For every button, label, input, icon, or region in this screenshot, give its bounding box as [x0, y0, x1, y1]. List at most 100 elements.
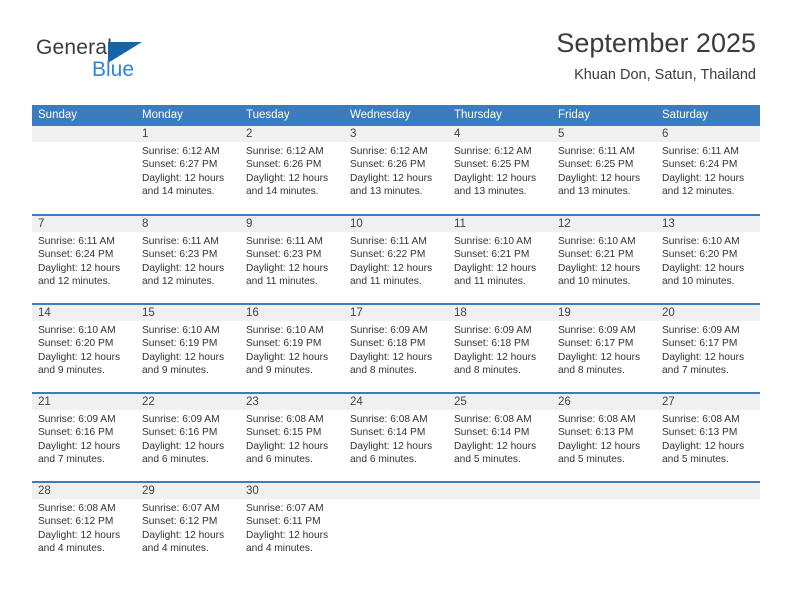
calendar-day-cell[interactable]: 19 Sunrise: 6:09 AM Sunset: 6:17 PM Dayligh… [552, 304, 656, 393]
calendar-page: General Blue September 2025 Khuan Don, S… [0, 0, 792, 612]
daylight-duration-line2: and 4 minutes. [142, 543, 209, 555]
day-number: 23 [240, 394, 344, 410]
day-number: 24 [344, 394, 448, 410]
sunset-time: Sunset: 6:15 PM [246, 427, 322, 439]
sunset-time: Sunset: 6:13 PM [558, 427, 634, 439]
calendar-day-cell[interactable]: 10 Sunrise: 6:11 AM Sunset: 6:22 PM Dayligh… [344, 215, 448, 304]
calendar-day-cell[interactable]: 8 Sunrise: 6:11 AM Sunset: 6:23 PM Daylight… [136, 215, 240, 304]
daylight-duration-line1: Daylight: 12 hours [142, 529, 225, 541]
daylight-duration-line2: and 13 minutes. [558, 186, 631, 198]
day-number: 2 [240, 126, 344, 142]
daylight-duration-line1: Daylight: 12 hours [246, 172, 329, 184]
day-number: 3 [344, 126, 448, 142]
calendar-day-cell[interactable]: 5 Sunrise: 6:11 AM Sunset: 6:25 PM Daylight… [552, 126, 656, 215]
sunrise-time: Sunrise: 6:12 AM [142, 146, 220, 157]
daylight-duration-line1: Daylight: 12 hours [246, 351, 329, 363]
calendar-day-cell[interactable]: 12 Sunrise: 6:10 AM Sunset: 6:21 PM Dayligh… [552, 215, 656, 304]
calendar-day-cell[interactable]: 20 Sunrise: 6:09 AM Sunset: 6:17 PM Dayligh… [656, 304, 760, 393]
calendar-day-cell[interactable]: 9 Sunrise: 6:11 AM Sunset: 6:23 PM Daylight… [240, 215, 344, 304]
day-number: 29 [136, 483, 240, 499]
calendar-day-cell[interactable]: 27 Sunrise: 6:08 AM Sunset: 6:13 PM Dayligh… [656, 393, 760, 482]
calendar-day-cell[interactable]: 18 Sunrise: 6:09 AM Sunset: 6:18 PM Dayligh… [448, 304, 552, 393]
sunset-time: Sunset: 6:17 PM [662, 338, 738, 350]
day-number [344, 483, 448, 499]
calendar-day-cell[interactable]: 28 Sunrise: 6:08 AM Sunset: 6:12 PM Dayligh… [32, 482, 136, 571]
calendar-day-cell-empty [344, 482, 448, 571]
day-details: Sunrise: 6:08 AM Sunset: 6:13 PM Daylight:… [656, 410, 760, 467]
calendar-day-cell[interactable]: 24 Sunrise: 6:08 AM Sunset: 6:14 PM Dayligh… [344, 393, 448, 482]
calendar-day-cell-empty [656, 482, 760, 571]
day-details: Sunrise: 6:12 AM Sunset: 6:26 PM Daylight:… [344, 142, 448, 199]
sunrise-time: Sunrise: 6:08 AM [38, 503, 116, 514]
daylight-duration-line2: and 12 minutes. [662, 186, 735, 198]
day-details: Sunrise: 6:11 AM Sunset: 6:23 PM Daylight:… [240, 232, 344, 289]
calendar-day-cell[interactable]: 15 Sunrise: 6:10 AM Sunset: 6:19 PM Dayligh… [136, 304, 240, 393]
day-details: Sunrise: 6:10 AM Sunset: 6:19 PM Daylight:… [240, 321, 344, 378]
daylight-duration-line1: Daylight: 12 hours [350, 172, 433, 184]
weekday-header-sunday: Sunday [32, 105, 136, 126]
day-number: 11 [448, 216, 552, 232]
sunrise-time: Sunrise: 6:09 AM [454, 325, 532, 336]
weekday-header-wednesday: Wednesday [344, 105, 448, 126]
logo-text-blue: Blue [92, 58, 135, 81]
calendar-day-cell[interactable]: 16 Sunrise: 6:10 AM Sunset: 6:19 PM Dayligh… [240, 304, 344, 393]
sunset-time: Sunset: 6:21 PM [558, 249, 634, 261]
day-number: 8 [136, 216, 240, 232]
sunrise-time: Sunrise: 6:12 AM [350, 146, 428, 157]
day-number: 30 [240, 483, 344, 499]
calendar-day-cell[interactable]: 26 Sunrise: 6:08 AM Sunset: 6:13 PM Dayligh… [552, 393, 656, 482]
day-details: Sunrise: 6:09 AM Sunset: 6:16 PM Daylight:… [32, 410, 136, 467]
calendar-day-cell[interactable]: 11 Sunrise: 6:10 AM Sunset: 6:21 PM Dayligh… [448, 215, 552, 304]
calendar-day-cell[interactable]: 7 Sunrise: 6:11 AM Sunset: 6:24 PM Daylight… [32, 215, 136, 304]
calendar-day-cell[interactable]: 1 Sunrise: 6:12 AM Sunset: 6:27 PM Daylight… [136, 126, 240, 215]
page-title: September 2025 [556, 28, 756, 58]
calendar-day-cell[interactable]: 3 Sunrise: 6:12 AM Sunset: 6:26 PM Daylight… [344, 126, 448, 215]
daylight-duration-line2: and 10 minutes. [662, 276, 735, 288]
calendar-day-cell[interactable]: 29 Sunrise: 6:07 AM Sunset: 6:12 PM Dayligh… [136, 482, 240, 571]
day-number: 18 [448, 305, 552, 321]
calendar-week-row: 7 Sunrise: 6:11 AM Sunset: 6:24 PM Daylight… [32, 215, 760, 304]
calendar-week-row: 21 Sunrise: 6:09 AM Sunset: 6:16 PM Dayligh… [32, 393, 760, 482]
day-number: 26 [552, 394, 656, 410]
daylight-duration-line1: Daylight: 12 hours [350, 262, 433, 274]
sunset-time: Sunset: 6:19 PM [246, 338, 322, 350]
daylight-duration-line2: and 4 minutes. [246, 543, 313, 555]
calendar-day-cell[interactable]: 13 Sunrise: 6:10 AM Sunset: 6:20 PM Dayligh… [656, 215, 760, 304]
day-details: Sunrise: 6:10 AM Sunset: 6:21 PM Daylight:… [552, 232, 656, 289]
sunrise-time: Sunrise: 6:08 AM [454, 414, 532, 425]
calendar-day-cell[interactable]: 21 Sunrise: 6:09 AM Sunset: 6:16 PM Dayligh… [32, 393, 136, 482]
sunset-time: Sunset: 6:27 PM [142, 159, 218, 171]
daylight-duration-line1: Daylight: 12 hours [454, 172, 537, 184]
sunset-time: Sunset: 6:12 PM [38, 516, 114, 528]
calendar-day-cell[interactable]: 6 Sunrise: 6:11 AM Sunset: 6:24 PM Daylight… [656, 126, 760, 215]
daylight-duration-line1: Daylight: 12 hours [558, 172, 641, 184]
daylight-duration-line2: and 7 minutes. [662, 365, 729, 377]
daylight-duration-line1: Daylight: 12 hours [142, 351, 225, 363]
calendar-week-row: 1 Sunrise: 6:12 AM Sunset: 6:27 PM Daylight… [32, 126, 760, 215]
sunset-time: Sunset: 6:21 PM [454, 249, 530, 261]
calendar-day-cell-empty [448, 482, 552, 571]
daylight-duration-line2: and 9 minutes. [142, 365, 209, 377]
daylight-duration-line2: and 14 minutes. [142, 186, 215, 198]
calendar-day-cell[interactable]: 4 Sunrise: 6:12 AM Sunset: 6:25 PM Daylight… [448, 126, 552, 215]
day-number: 5 [552, 126, 656, 142]
daylight-duration-line1: Daylight: 12 hours [246, 440, 329, 452]
daylight-duration-line2: and 14 minutes. [246, 186, 319, 198]
daylight-duration-line2: and 5 minutes. [454, 454, 521, 466]
sunset-time: Sunset: 6:20 PM [38, 338, 114, 350]
sunrise-time: Sunrise: 6:09 AM [558, 325, 636, 336]
daylight-duration-line1: Daylight: 12 hours [38, 440, 121, 452]
calendar-day-cell[interactable]: 17 Sunrise: 6:09 AM Sunset: 6:18 PM Dayligh… [344, 304, 448, 393]
day-number: 16 [240, 305, 344, 321]
calendar-day-cell[interactable]: 22 Sunrise: 6:09 AM Sunset: 6:16 PM Dayligh… [136, 393, 240, 482]
day-number [448, 483, 552, 499]
calendar-day-cell[interactable]: 30 Sunrise: 6:07 AM Sunset: 6:11 PM Dayligh… [240, 482, 344, 571]
generalblue-logo[interactable]: General Blue [36, 36, 216, 84]
calendar-day-cell[interactable]: 2 Sunrise: 6:12 AM Sunset: 6:26 PM Daylight… [240, 126, 344, 215]
daylight-duration-line1: Daylight: 12 hours [454, 440, 537, 452]
calendar-day-cell[interactable]: 14 Sunrise: 6:10 AM Sunset: 6:20 PM Dayligh… [32, 304, 136, 393]
day-number: 21 [32, 394, 136, 410]
calendar-day-cell[interactable]: 25 Sunrise: 6:08 AM Sunset: 6:14 PM Dayligh… [448, 393, 552, 482]
sunset-time: Sunset: 6:16 PM [38, 427, 114, 439]
calendar-day-cell[interactable]: 23 Sunrise: 6:08 AM Sunset: 6:15 PM Dayligh… [240, 393, 344, 482]
